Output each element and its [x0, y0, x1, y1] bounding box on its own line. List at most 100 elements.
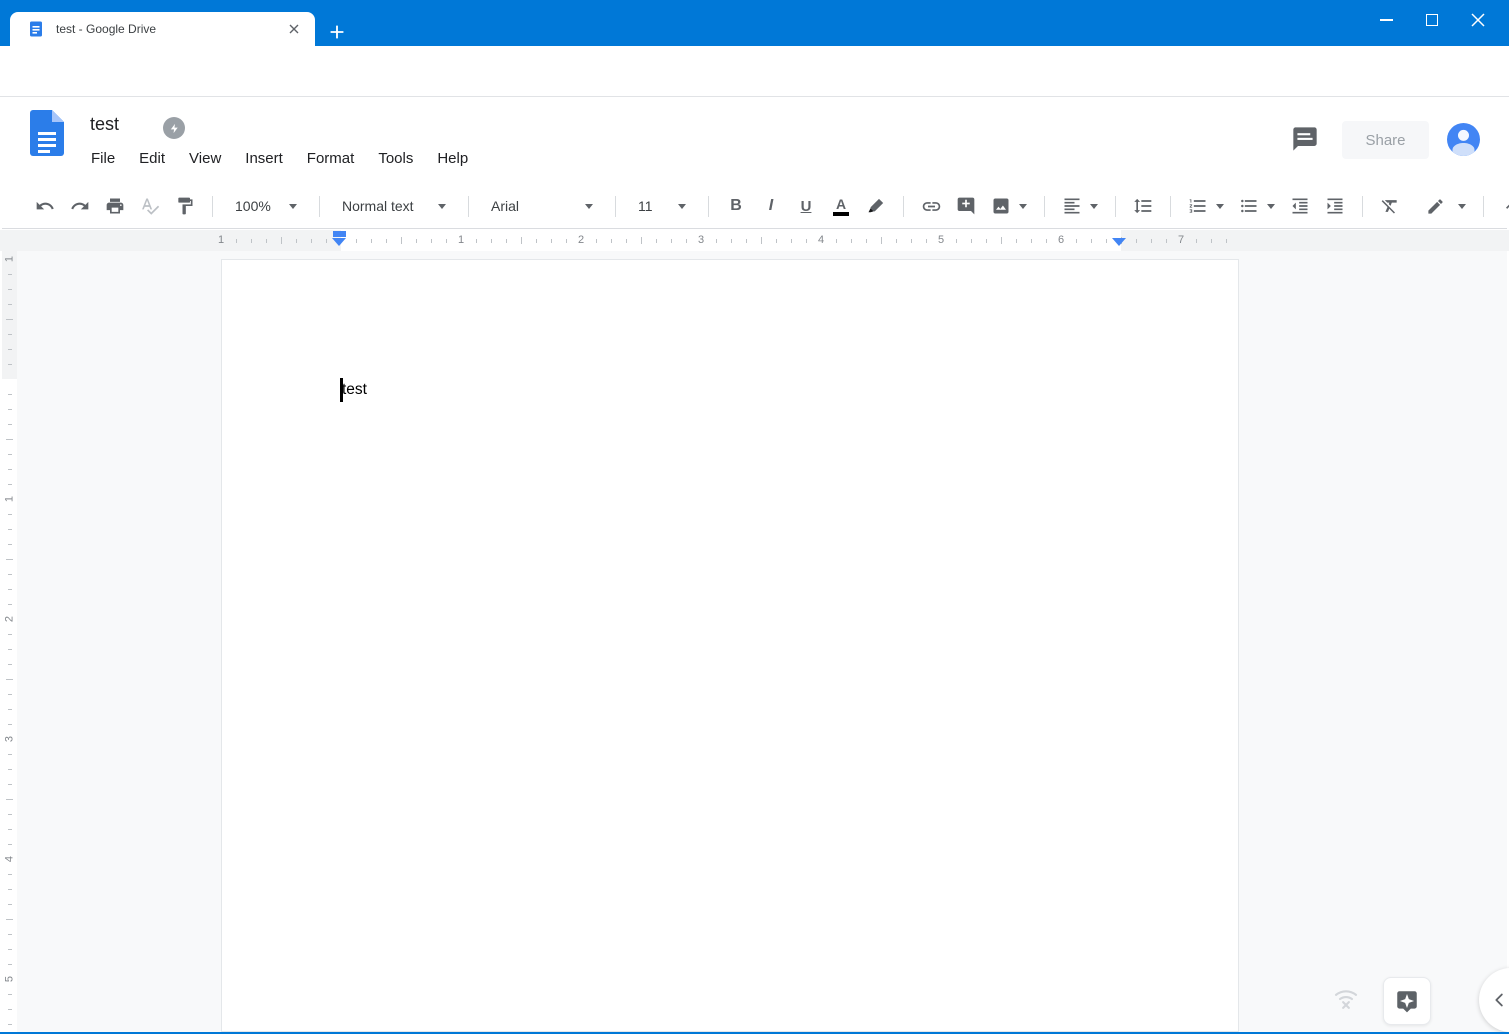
ruler-tick [7, 889, 12, 890]
docs-header: test File Edit View Insert Format Tools … [2, 97, 1507, 184]
ruler-tick [7, 589, 12, 590]
menu-insert[interactable]: Insert [243, 147, 285, 170]
ruler-tick [7, 829, 12, 830]
tab-title: test - Google Drive [56, 22, 157, 36]
ruler-tick [311, 238, 312, 243]
ruler-tick [6, 799, 13, 800]
ruler-tick [776, 238, 777, 243]
insert-image-button[interactable] [989, 192, 1029, 220]
maximize-icon[interactable] [1409, 0, 1455, 40]
ruler-number: 3 [697, 234, 705, 246]
bold-button[interactable]: B [724, 192, 748, 220]
toolbar-separator [708, 195, 709, 217]
bold-icon: B [730, 197, 742, 214]
ruler-tick [251, 238, 252, 243]
ruler-tick [7, 874, 12, 875]
text-color-button[interactable]: A [829, 192, 853, 220]
offline-status-icon[interactable] [163, 117, 185, 139]
bulleted-list-button[interactable] [1237, 192, 1277, 220]
ruler-tick [7, 409, 12, 410]
left-indent-marker[interactable] [332, 238, 346, 246]
italic-button[interactable]: I [759, 192, 783, 220]
explore-button[interactable] [1383, 977, 1431, 1025]
docs-logo-icon[interactable] [30, 110, 64, 156]
ruler-number: 2 [3, 615, 16, 623]
ruler-tick [626, 238, 627, 243]
undo-button[interactable] [33, 192, 57, 220]
new-tab-button[interactable] [323, 18, 351, 46]
right-indent-marker[interactable] [1112, 238, 1126, 246]
ruler-tick [7, 709, 12, 710]
ruler-tick [7, 289, 12, 290]
first-line-indent-marker[interactable] [333, 231, 346, 237]
ruler-tick [491, 238, 492, 243]
menu-file[interactable]: File [89, 147, 117, 170]
account-avatar[interactable] [1447, 123, 1480, 156]
spellcheck-button[interactable] [138, 192, 162, 220]
menu-format[interactable]: Format [305, 147, 357, 170]
minimize-icon[interactable] [1363, 0, 1409, 40]
ruler-tick [7, 694, 12, 695]
share-button[interactable]: Share [1342, 121, 1429, 159]
menu-tools[interactable]: Tools [376, 147, 415, 170]
menu-edit[interactable]: Edit [137, 147, 167, 170]
editing-mode-button[interactable] [1424, 192, 1468, 220]
ruler-tick [7, 514, 12, 515]
font-size-value: 11 [638, 198, 653, 214]
ruler-number: 1 [3, 495, 16, 503]
ruler-tick [1211, 238, 1212, 243]
ruler-tick [671, 238, 672, 243]
ruler-tick [851, 238, 852, 243]
zoom-value: 100% [235, 198, 271, 214]
ruler-tick [281, 237, 282, 244]
ruler-tick [7, 949, 12, 950]
ruler-tick [7, 604, 12, 605]
increase-indent-button[interactable] [1323, 192, 1347, 220]
comment-history-icon[interactable] [1291, 125, 1319, 153]
font-size-select[interactable]: 11 [631, 192, 693, 220]
font-select[interactable]: Arial [484, 192, 600, 220]
add-comment-button[interactable] [954, 192, 978, 220]
print-button[interactable] [103, 192, 127, 220]
ruler-tick [911, 238, 912, 243]
toolbar-separator [1483, 195, 1484, 217]
paint-format-button[interactable] [173, 192, 197, 220]
ruler-tick [641, 237, 642, 244]
vertical-ruler[interactable]: 1 1 2 3 4 5 [2, 251, 17, 1032]
document-text[interactable]: test [342, 378, 367, 402]
decrease-indent-button[interactable] [1288, 192, 1312, 220]
ruler-tick [1136, 238, 1137, 243]
document-title[interactable]: test [90, 114, 119, 135]
line-spacing-button[interactable] [1131, 192, 1155, 220]
collapse-toolbar-button[interactable] [1499, 192, 1509, 220]
browser-tab[interactable]: test - Google Drive [10, 12, 315, 46]
underline-button[interactable]: U [794, 192, 818, 220]
ruler-tick [566, 238, 567, 243]
paragraph-style-select[interactable]: Normal text [335, 192, 453, 220]
menu-help[interactable]: Help [435, 147, 470, 170]
ruler-tick [326, 238, 327, 243]
align-button[interactable] [1060, 192, 1100, 220]
menu-view[interactable]: View [187, 147, 223, 170]
insert-link-button[interactable] [919, 192, 943, 220]
highlight-color-button[interactable] [864, 192, 888, 220]
redo-button[interactable] [68, 192, 92, 220]
ruler-tick [746, 238, 747, 243]
ruler-tick [7, 934, 12, 935]
zoom-select[interactable]: 100% [228, 192, 304, 220]
close-icon[interactable] [1455, 0, 1501, 40]
ruler-tick [7, 484, 12, 485]
numbered-list-button[interactable] [1186, 192, 1226, 220]
chevron-down-icon [289, 203, 297, 209]
ruler-tick [1196, 238, 1197, 243]
document-page[interactable]: test [221, 259, 1239, 1032]
ruler-tick [1151, 238, 1152, 243]
chevron-down-icon [678, 203, 686, 209]
clear-formatting-button[interactable] [1378, 192, 1402, 220]
tab-close-icon[interactable] [285, 20, 303, 38]
horizontal-ruler[interactable]: 1 1 2 3 4 5 6 7 [0, 230, 1509, 251]
ruler-tick [6, 319, 13, 320]
ruler-tick [1046, 238, 1047, 243]
ruler-tick [521, 237, 522, 244]
ruler-tick [1001, 237, 1002, 244]
